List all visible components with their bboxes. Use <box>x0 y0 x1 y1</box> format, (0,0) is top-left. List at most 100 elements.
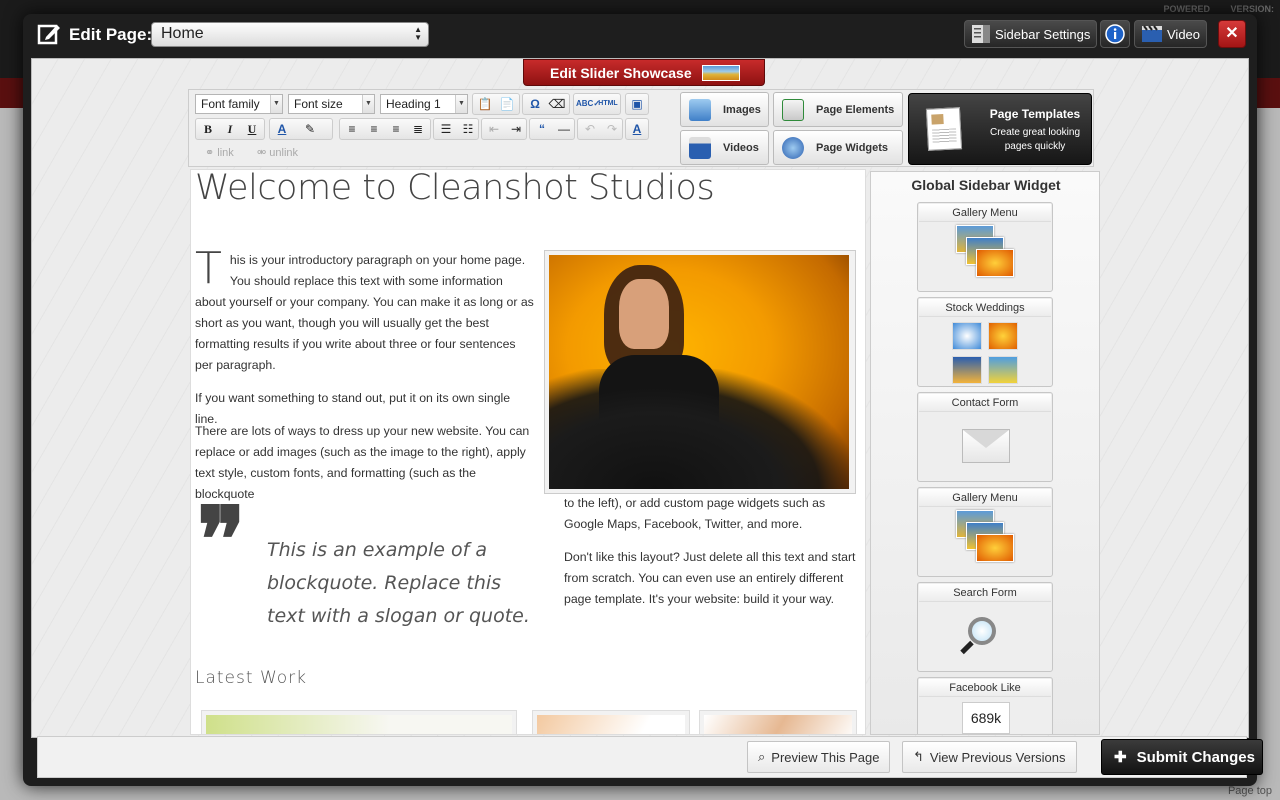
link-button[interactable]: ⚭ link <box>205 146 234 159</box>
format-select[interactable]: Heading 1 ▼ <box>380 94 468 114</box>
latest-work-thumb[interactable] <box>699 710 857 734</box>
dress-up-paragraph: There are lots of ways to dress up your … <box>195 424 530 501</box>
images-label: Images <box>723 103 761 116</box>
widget-label: Contact Form <box>919 394 1051 412</box>
indent-icon[interactable]: ⇥ <box>506 119 526 139</box>
format-label: Heading 1 <box>386 97 441 111</box>
edit-slider-showcase-button[interactable]: Edit Slider Showcase <box>523 59 765 86</box>
unlink-button[interactable]: ⚮ unlink <box>257 146 298 159</box>
highlight-icon[interactable]: ✎ <box>300 119 320 139</box>
font-size-select[interactable]: Font size ▼ <box>288 94 375 114</box>
special-char-icon[interactable]: Ω <box>525 94 545 114</box>
info-icon <box>1105 24 1125 44</box>
font-family-select[interactable]: Font family ▼ <box>195 94 283 114</box>
blockquote-icon[interactable]: “ <box>532 119 552 139</box>
italic-icon[interactable]: I <box>220 119 240 139</box>
layout-paragraph: Don't like this layout? Just delete all … <box>564 550 856 606</box>
paste-word-icon[interactable]: 📄 <box>497 94 517 114</box>
latest-work-thumb[interactable] <box>532 710 690 734</box>
align-left-icon[interactable]: ≡ <box>342 119 362 139</box>
quote-mark-icon: ❞ <box>197 487 246 593</box>
content-image-frame[interactable] <box>544 250 856 494</box>
page-widgets-label: Page Widgets <box>816 141 889 154</box>
unlink-icon: ⚮ <box>257 147 270 159</box>
horizontal-rule-icon[interactable]: — <box>554 119 574 139</box>
page-templates-button[interactable]: Page Templates Create great looking page… <box>908 93 1092 165</box>
magnifier-icon: ⌕ <box>758 749 766 764</box>
intro-text: his is your introductory paragraph on yo… <box>195 253 534 372</box>
bold-icon[interactable]: B <box>198 119 218 139</box>
underline-icon[interactable]: U <box>242 119 262 139</box>
video-label: Video <box>1167 26 1201 42</box>
edit-slider-label: Edit Slider Showcase <box>550 64 692 81</box>
page-select[interactable]: Home ▲ ▼ <box>151 22 429 47</box>
latest-work-heading: Latest Work <box>195 668 307 688</box>
text-color-icon[interactable]: A <box>272 119 292 139</box>
page-elements-button[interactable]: Page Elements <box>773 92 903 127</box>
paste-icon[interactable]: 📋 <box>475 94 495 114</box>
page-top-link[interactable]: Page top <box>1228 785 1272 797</box>
drop-cap: T <box>195 243 222 294</box>
widget-contact-form[interactable]: Contact Form <box>917 392 1053 482</box>
widget-gallery-menu[interactable]: Gallery Menu <box>917 487 1053 577</box>
font-style-icon[interactable]: A <box>627 119 647 139</box>
block-group: “ — <box>529 118 575 140</box>
page-elements-label: Page Elements <box>816 103 895 116</box>
redo-icon[interactable]: ↷ <box>602 119 622 139</box>
history-group: ↶ ↷ <box>577 118 623 140</box>
spellcheck-icon[interactable]: ABC✓ <box>576 94 600 114</box>
widget-facebook-like[interactable]: Facebook Like 689k <box>917 677 1053 734</box>
unlink-label: unlink <box>269 147 299 159</box>
editor-workspace: Edit Slider Showcase Font family ▼ Font s… <box>31 58 1249 738</box>
edit-page-icon <box>37 24 60 45</box>
outdent-icon[interactable]: ⇤ <box>484 119 504 139</box>
edit-page-modal: Edit Page: Home ▲ ▼ Sidebar Settings Vide… <box>23 14 1263 786</box>
close-button[interactable]: ✕ <box>1218 20 1246 48</box>
like-count: 689k <box>962 702 1010 734</box>
fullscreen-group: ▣ <box>625 93 649 115</box>
latest-work-thumb[interactable] <box>201 710 517 734</box>
list-group: ☰ ☷ <box>433 118 479 140</box>
blockquote: This is an example of a blockquote. Repl… <box>267 539 530 627</box>
dress-up-continued: to the left), or add custom page widgets… <box>564 496 826 531</box>
modal-title: Edit Page: <box>69 25 153 44</box>
sidebar-settings-button[interactable]: Sidebar Settings <box>964 20 1098 48</box>
info-button[interactable] <box>1100 20 1130 48</box>
widget-stock-weddings[interactable]: Stock Weddings <box>917 297 1053 387</box>
preview-page-button[interactable]: ⌕ Preview This Page <box>747 741 891 773</box>
text-style-group: B I U <box>195 118 265 140</box>
submit-changes-button[interactable]: ✚ Submit Changes <box>1101 739 1263 775</box>
magnifier-handle <box>960 640 974 655</box>
images-button[interactable]: Images <box>680 92 769 127</box>
page-widgets-button[interactable]: Page Widgets <box>773 130 903 165</box>
widget-search-form[interactable]: Search Form <box>917 582 1053 672</box>
page-elements-icon <box>782 98 804 121</box>
model-photo <box>549 255 849 489</box>
align-right-icon[interactable]: ≡ <box>386 119 406 139</box>
fullscreen-icon[interactable]: ▣ <box>627 94 647 114</box>
align-center-icon[interactable]: ≡ <box>364 119 384 139</box>
align-justify-icon[interactable]: ≣ <box>408 119 428 139</box>
font-family-label: Font family <box>201 97 260 111</box>
eraser-icon[interactable]: ⌫ <box>547 94 567 114</box>
view-previous-versions-button[interactable]: ↰ View Previous Versions <box>902 741 1077 773</box>
bullet-list-icon[interactable]: ☰ <box>436 119 456 139</box>
global-sidebar-widget: Global Sidebar Widget Gallery Menu Stock… <box>870 171 1100 735</box>
version-label: VERSION: <box>1230 4 1274 14</box>
insert-group: Ω ⌫ <box>522 93 570 115</box>
page-templates-subtitle: Create great looking pages quickly <box>989 127 1081 152</box>
versions-label: View Previous Versions <box>929 749 1066 765</box>
gallery-icon <box>956 225 1016 285</box>
video-button[interactable]: Video <box>1134 20 1208 48</box>
numbered-list-icon[interactable]: ☷ <box>458 119 478 139</box>
page-content-editor[interactable]: Welcome to Cleanshot Studios This is you… <box>190 169 866 735</box>
undo-icon[interactable]: ↶ <box>580 119 600 139</box>
videos-button[interactable]: Videos <box>680 130 769 165</box>
intro-paragraph: This is your introductory paragraph on y… <box>195 243 535 376</box>
dropdown-arrow-icon: ▼ <box>270 95 282 113</box>
images-icon <box>689 98 711 121</box>
widget-gallery-menu[interactable]: Gallery Menu <box>917 202 1053 292</box>
html-icon[interactable]: HTML <box>598 94 618 114</box>
gallery-icon <box>956 510 1016 570</box>
link-icon: ⚭ <box>205 147 218 159</box>
